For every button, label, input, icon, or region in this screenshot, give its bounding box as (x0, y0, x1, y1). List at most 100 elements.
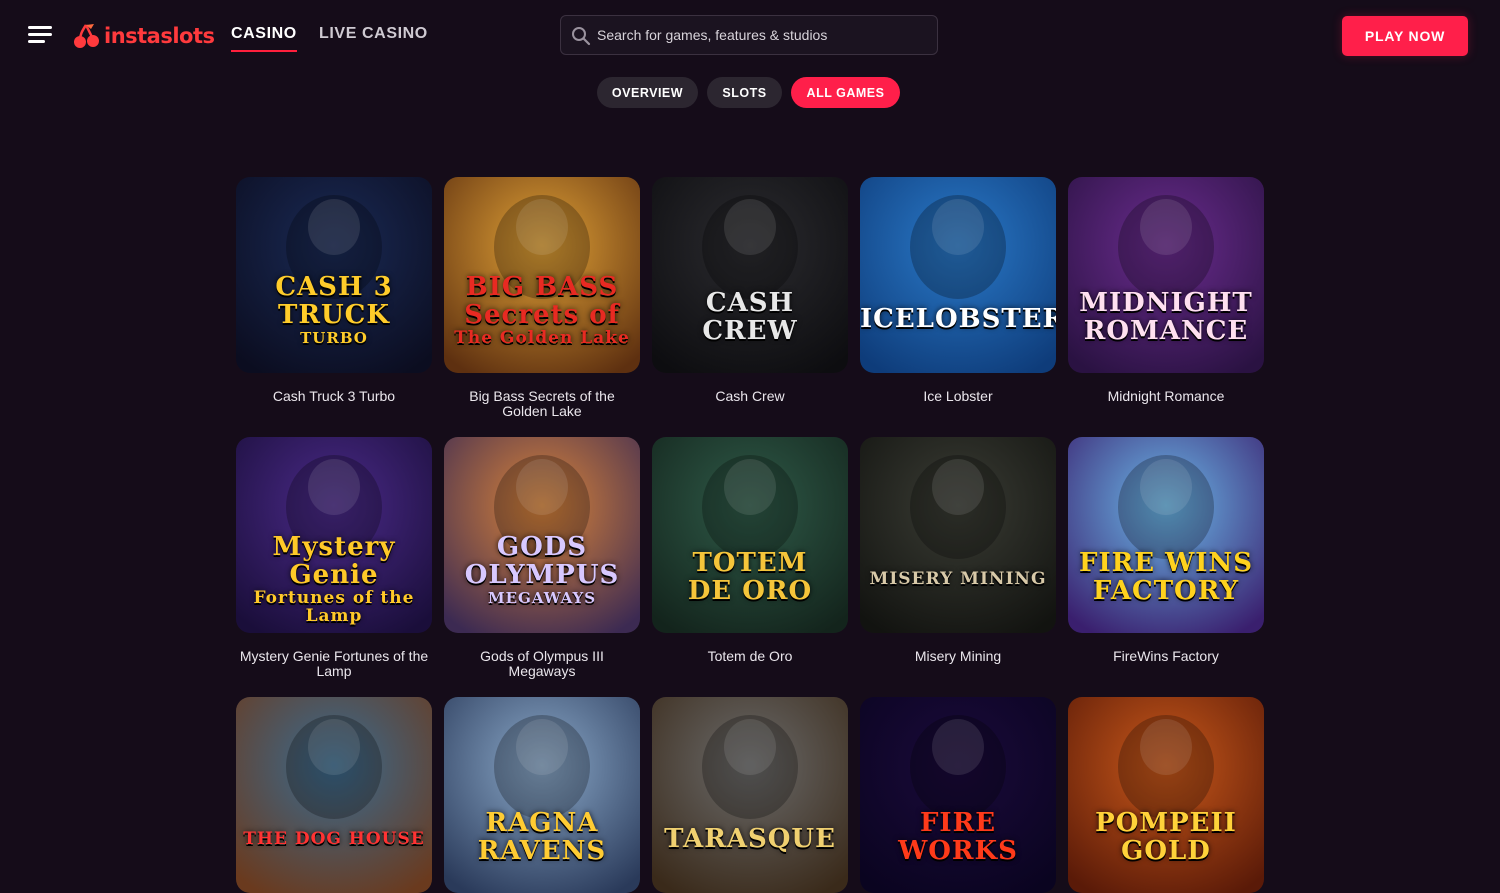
game-logo-art: TARASQUE (652, 825, 848, 853)
game-card[interactable]: THE DOG HOUSE (236, 697, 432, 893)
nav-live-casino[interactable]: LIVE CASINO (319, 25, 428, 43)
game-logo-line: The Golden Lake (454, 328, 630, 348)
game-card[interactable]: ICELOBSTER Ice Lobster (860, 177, 1056, 404)
game-logo-line: GODS (496, 532, 588, 562)
game-logo-line: Secrets of (464, 300, 620, 330)
game-logo-line: GOLD (1121, 836, 1211, 866)
game-card[interactable]: CASH CREW Cash Crew (652, 177, 848, 404)
game-logo-art: THE DOG HOUSE (236, 825, 432, 853)
game-logo-art: POMPEII GOLD (1068, 809, 1264, 865)
game-title[interactable]: Totem de Oro (652, 649, 848, 664)
game-logo-art: CASH CREW (652, 289, 848, 345)
search-icon (572, 27, 591, 46)
game-logo-line: RAGNA (485, 808, 599, 838)
game-logo-line: Fortunes of the Lamp (253, 588, 415, 626)
game-logo-art: RAGNA RAVENS (444, 809, 640, 865)
search-input[interactable] (597, 16, 927, 54)
game-title[interactable]: Cash Truck 3 Turbo (236, 389, 432, 404)
game-logo-line: WORKS (898, 836, 1018, 866)
game-thumbnail[interactable]: MISERY MINING (860, 437, 1056, 633)
game-thumbnail[interactable]: BIG BASS Secrets of The Golden Lake (444, 177, 640, 373)
game-logo-art: FIRE WORKS (860, 809, 1056, 865)
hamburger-menu-icon[interactable] (28, 26, 52, 46)
game-title[interactable]: Cash Crew (652, 389, 848, 404)
game-logo-line: FIRE (919, 808, 997, 838)
game-logo-line: TURBO (300, 329, 368, 347)
game-logo-line: Genie (289, 560, 379, 590)
game-logo-line: DE ORO (687, 576, 813, 606)
game-logo-line: Mystery (272, 532, 396, 562)
game-logo-line: FACTORY (1092, 576, 1240, 606)
game-title[interactable]: Ice Lobster (860, 389, 1056, 404)
game-title[interactable]: Misery Mining (860, 649, 1056, 664)
tab-overview[interactable]: OVERVIEW (597, 77, 698, 108)
game-logo-line: ICELOBSTER (860, 304, 1056, 334)
game-logo-line: THE DOG HOUSE (243, 829, 425, 849)
game-logo-art: MISERY MINING (860, 565, 1056, 593)
game-card[interactable]: MISERY MINING Misery Mining (860, 437, 1056, 664)
tab-slots[interactable]: SLOTS (707, 77, 782, 108)
game-logo-line: TOTEM (692, 548, 808, 578)
logo-text: instaslots (104, 24, 215, 48)
game-card[interactable]: MIDNIGHT ROMANCE Midnight Romance (1068, 177, 1264, 404)
game-logo-line: MISERY MINING (869, 569, 1047, 589)
game-card[interactable]: FIRE WINS FACTORY FireWins Factory (1068, 437, 1264, 664)
game-thumbnail[interactable]: TARASQUE (652, 697, 848, 893)
nav-casino[interactable]: CASINO (231, 25, 297, 52)
game-thumbnail[interactable]: FIRE WORKS (860, 697, 1056, 893)
game-thumbnail[interactable]: FIRE WINS FACTORY (1068, 437, 1264, 633)
game-thumbnail[interactable]: ICELOBSTER (860, 177, 1056, 373)
game-card[interactable]: BIG BASS Secrets of The Golden Lake Big Bas… (444, 177, 640, 419)
top-header: instaslots CASINO LIVE CASINO PLAY NOW (0, 0, 1500, 72)
game-thumbnail[interactable]: Mystery Genie Fortunes of the Lamp (236, 437, 432, 633)
game-logo-line: CASH (705, 288, 795, 318)
game-thumbnail[interactable]: MIDNIGHT ROMANCE (1068, 177, 1264, 373)
cherry-logo-icon (74, 24, 99, 48)
game-thumbnail[interactable]: TOTEM DE ORO (652, 437, 848, 633)
game-logo-line: FIRE WINS (1078, 548, 1253, 578)
game-thumbnail[interactable]: CASH CREW (652, 177, 848, 373)
search-box[interactable] (560, 15, 938, 55)
game-logo-line: TRUCK (278, 300, 390, 330)
game-logo-art: MIDNIGHT ROMANCE (1068, 289, 1264, 345)
game-card[interactable]: FIRE WORKS (860, 697, 1056, 893)
game-card[interactable]: RAGNA RAVENS (444, 697, 640, 893)
game-card[interactable]: TARASQUE (652, 697, 848, 893)
game-logo-line: TARASQUE (664, 824, 836, 854)
game-logo-line: CASH 3 (275, 272, 393, 302)
play-now-button[interactable]: PLAY NOW (1342, 16, 1468, 56)
game-thumbnail[interactable]: RAGNA RAVENS (444, 697, 640, 893)
game-thumbnail[interactable]: POMPEII GOLD (1068, 697, 1264, 893)
game-title[interactable]: Mystery Genie Fortunes of the Lamp (236, 649, 432, 679)
game-logo-line: ROMANCE (1083, 316, 1249, 346)
game-logo-line: BIG BASS (465, 272, 619, 302)
site-logo[interactable]: instaslots (72, 20, 215, 52)
game-logo-art: BIG BASS Secrets of The Golden Lake (444, 273, 640, 347)
game-title[interactable]: Gods of Olympus III Megaways (444, 649, 640, 679)
game-logo-line: MIDNIGHT (1079, 288, 1253, 318)
game-card[interactable]: GODS OLYMPUS MEGAWAYS Gods of Olympus III M… (444, 437, 640, 679)
game-logo-line: CREW (702, 316, 798, 346)
game-thumbnail[interactable]: THE DOG HOUSE (236, 697, 432, 893)
game-card[interactable]: Mystery Genie Fortunes of the Lamp Mystery … (236, 437, 432, 679)
game-card[interactable]: POMPEII GOLD (1068, 697, 1264, 893)
game-title[interactable]: FireWins Factory (1068, 649, 1264, 664)
category-tabs: OVERVIEW SLOTS ALL GAMES (0, 77, 1500, 109)
game-card[interactable]: CASH 3 TRUCK TURBO Cash Truck 3 Turbo (236, 177, 432, 404)
game-title[interactable]: Midnight Romance (1068, 389, 1264, 404)
game-logo-art: Mystery Genie Fortunes of the Lamp (236, 533, 432, 625)
tab-all-games[interactable]: ALL GAMES (791, 77, 900, 108)
game-thumbnail[interactable]: CASH 3 TRUCK TURBO (236, 177, 432, 373)
game-logo-art: CASH 3 TRUCK TURBO (236, 273, 432, 347)
game-logo-art: GODS OLYMPUS MEGAWAYS (444, 533, 640, 607)
game-card[interactable]: TOTEM DE ORO Totem de Oro (652, 437, 848, 664)
game-logo-line: POMPEII (1095, 808, 1237, 838)
game-logo-art: FIRE WINS FACTORY (1068, 549, 1264, 605)
game-logo-line: MEGAWAYS (487, 589, 597, 607)
game-title[interactable]: Big Bass Secrets of the Golden Lake (444, 389, 640, 419)
game-thumbnail[interactable]: GODS OLYMPUS MEGAWAYS (444, 437, 640, 633)
game-logo-art: TOTEM DE ORO (652, 549, 848, 605)
game-logo-art: ICELOBSTER (860, 305, 1056, 333)
game-logo-line: RAVENS (477, 836, 607, 866)
game-logo-line: OLYMPUS (464, 560, 620, 590)
